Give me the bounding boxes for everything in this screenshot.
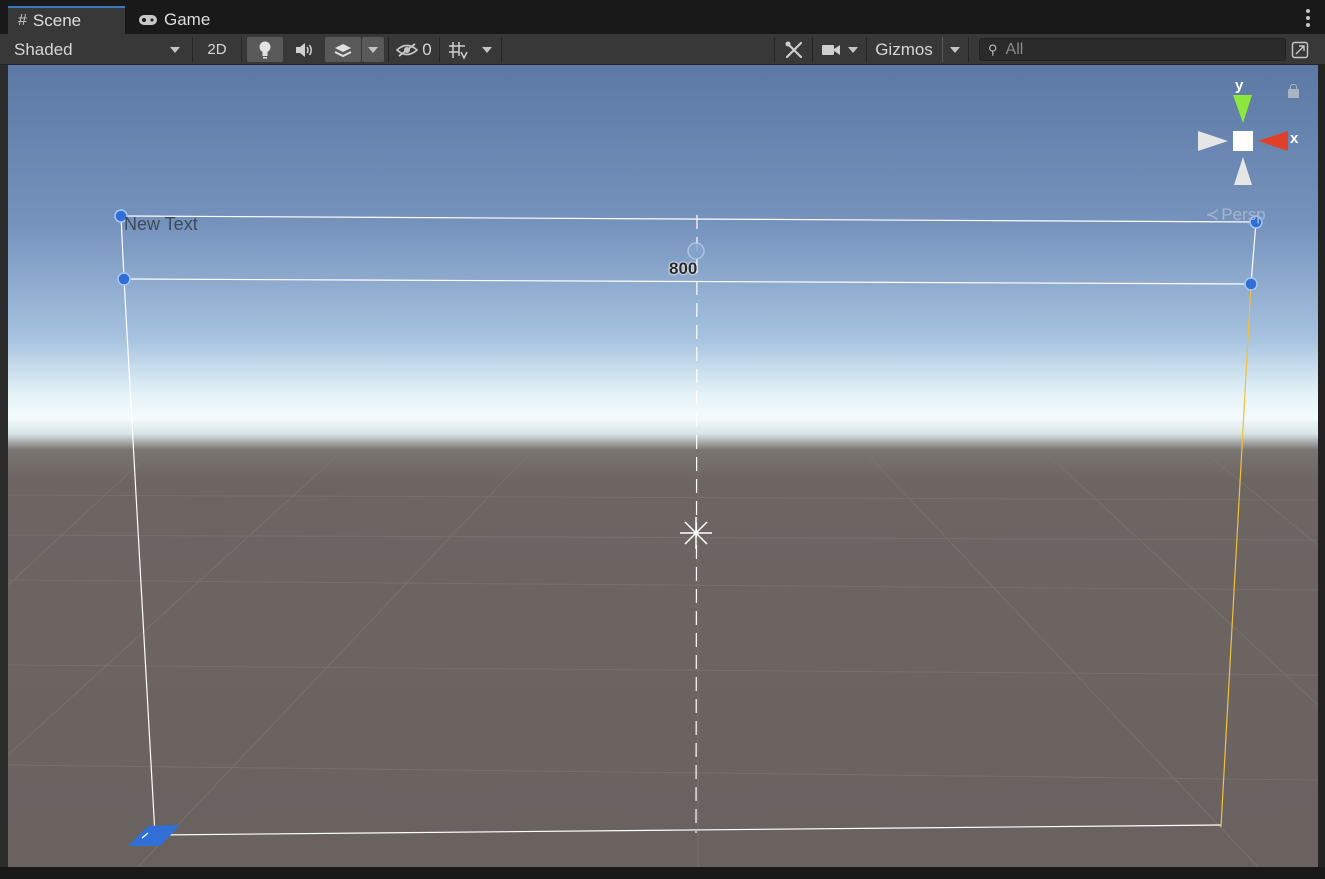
grid-snap-toggle[interactable] <box>443 37 473 62</box>
camera-icon <box>821 44 840 55</box>
wrench-tools-icon <box>785 41 803 58</box>
left-panel-edge <box>0 65 8 867</box>
chevron-down-icon <box>482 46 492 53</box>
scene-viewport[interactable]: New Text 800 y x ≺ Persp <box>8 65 1318 867</box>
hidden-count: 0 <box>422 39 432 59</box>
effects-toggle[interactable] <box>325 37 361 62</box>
axis-x-label: x <box>1290 130 1299 147</box>
handle-pivot-top[interactable] <box>687 242 705 260</box>
audio-toggle[interactable] <box>286 37 322 62</box>
handle-mid-right[interactable] <box>1244 277 1258 291</box>
gizmos-label: Gizmos <box>875 39 933 59</box>
rect-edge-selected <box>1220 283 1252 828</box>
2d-mode-button[interactable]: 2D <box>198 37 236 62</box>
gizmos-dropdown[interactable] <box>944 37 966 62</box>
layers-effects-icon <box>334 43 352 57</box>
axis-y-label: y <box>1235 77 1244 94</box>
orientation-gizmo[interactable] <box>1198 95 1288 185</box>
light-gizmo-icon[interactable] <box>680 517 712 549</box>
search-placeholder: All <box>1005 40 1024 58</box>
lighting-toggle[interactable] <box>247 37 283 62</box>
ground-grid <box>8 454 1318 867</box>
search-icon: ⚲ <box>988 41 998 57</box>
2d-mode-label: 2D <box>207 41 227 58</box>
axis-y-cone-icon[interactable] <box>1233 95 1252 123</box>
axis-x-cone-icon[interactable] <box>1258 131 1288 151</box>
anchor-marker-icon[interactable] <box>128 825 180 846</box>
maximize-button[interactable] <box>1288 37 1312 62</box>
camera-settings-button[interactable] <box>815 37 863 62</box>
bottom-edge <box>0 867 1325 879</box>
search-field[interactable]: ⚲ All <box>979 38 1286 61</box>
tools-button[interactable] <box>779 37 809 62</box>
new-text-object[interactable]: New Text <box>124 214 198 235</box>
lightbulb-icon <box>259 41 271 58</box>
chevron-down-icon <box>950 46 960 53</box>
scene-overlay <box>8 95 1318 867</box>
tab-scene[interactable]: # Scene <box>8 6 125 34</box>
handle-mid-left[interactable] <box>117 272 131 286</box>
axis-negx-cone-icon[interactable] <box>1198 131 1228 151</box>
tab-game-label: Game <box>164 10 211 29</box>
grid-snap-icon <box>449 41 468 60</box>
hidden-objects-toggle[interactable]: 0 <box>393 37 435 62</box>
maximize-icon <box>1291 41 1309 58</box>
width-dimension-label: 800 <box>669 259 698 278</box>
tab-game[interactable]: Game <box>128 6 228 34</box>
tab-scene-label: Scene <box>32 11 82 30</box>
projection-toggle[interactable]: ≺ Persp <box>1205 205 1266 225</box>
grid-hash-icon: # <box>18 12 27 29</box>
grid-dropdown[interactable] <box>476 37 498 62</box>
more-options-icon[interactable] <box>1305 9 1311 27</box>
chevron-down-icon <box>368 46 378 53</box>
shading-mode-dropdown[interactable]: Shaded <box>8 37 188 62</box>
scene-toolbar: Shaded 2D 0 Gizmos ⚲ All <box>0 34 1325 65</box>
chevron-left-icon: ≺ <box>1205 205 1220 224</box>
tab-bar: # Scene Game <box>0 0 1325 34</box>
axis-negy-cone-icon[interactable] <box>1234 157 1252 185</box>
gizmos-button[interactable]: Gizmos <box>867 37 941 62</box>
gizmo-center-cube-icon[interactable] <box>1233 131 1253 151</box>
shading-mode-label: Shaded <box>14 39 73 59</box>
chevron-down-icon <box>170 46 180 53</box>
chevron-down-icon <box>847 46 858 53</box>
right-panel-edge <box>1318 65 1325 867</box>
speaker-icon <box>296 42 312 57</box>
gamepad-icon <box>139 15 157 25</box>
eye-slash-icon <box>396 42 419 57</box>
effects-dropdown[interactable] <box>362 37 384 62</box>
projection-label: Persp <box>1221 205 1266 224</box>
lock-icon[interactable] <box>1288 84 1299 98</box>
